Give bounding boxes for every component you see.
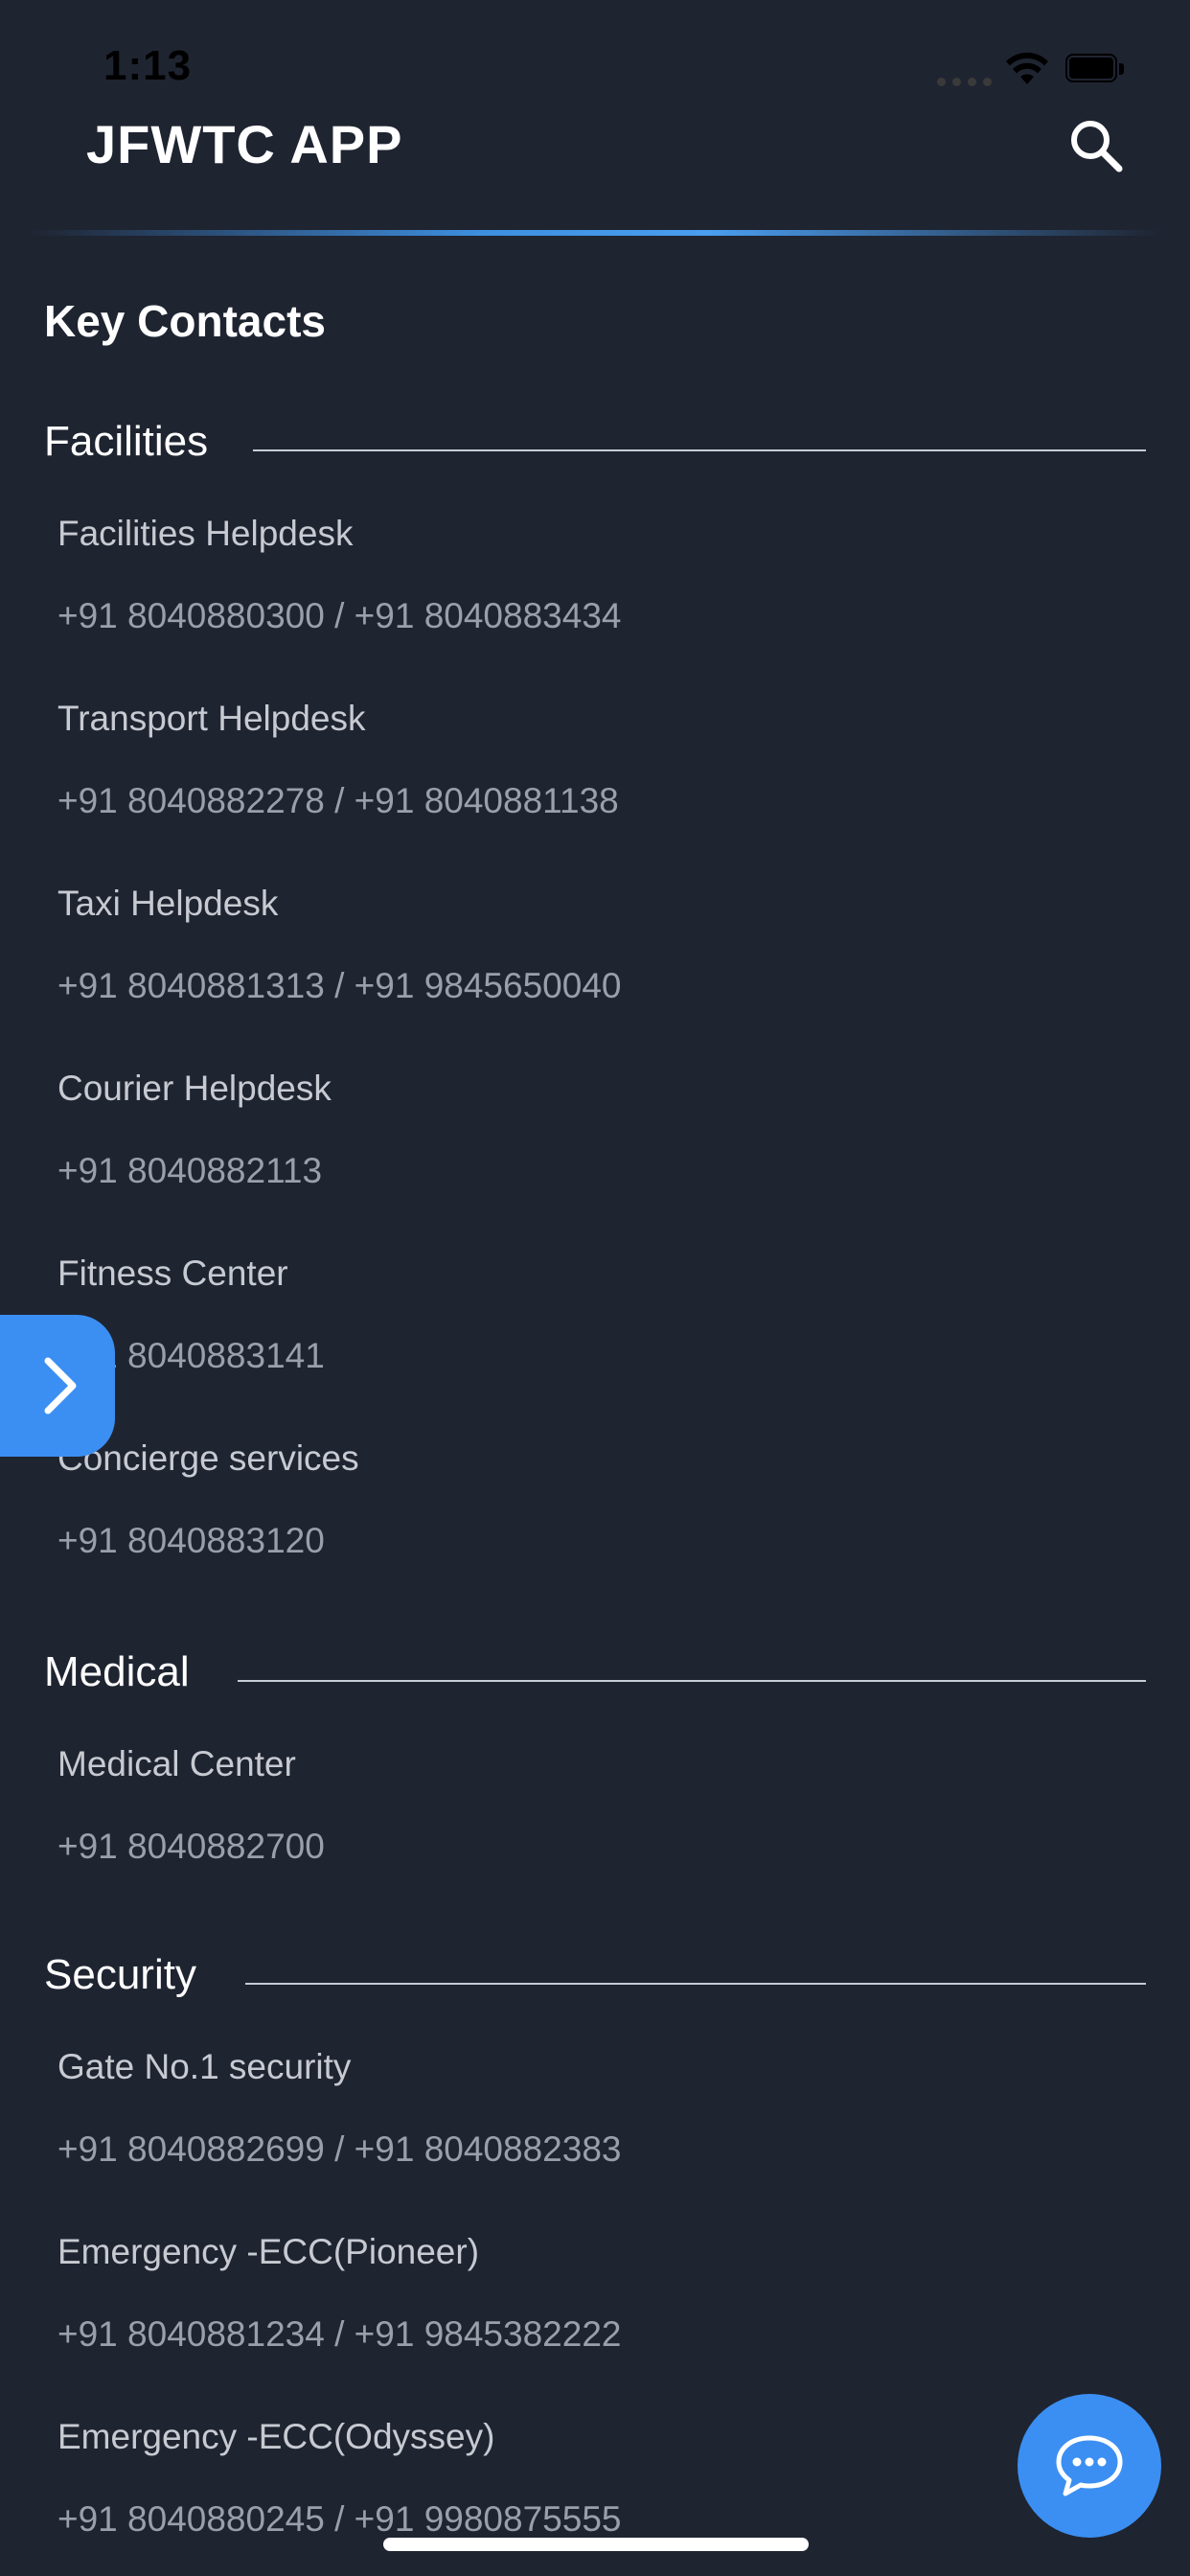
contact-phone[interactable]: +91 8040882699 / +91 8040882383 xyxy=(57,2129,621,2170)
wifi-icon xyxy=(1006,52,1048,84)
contact-phone[interactable]: +91 8040880245 / +91 9980875555 xyxy=(57,2499,621,2540)
contact-name: Fitness Center xyxy=(57,1254,288,1293)
status-bar: 1:13 xyxy=(0,0,1190,105)
section-heading-medical: Medical xyxy=(44,1648,190,1695)
contact-name: Gate No.1 security xyxy=(57,2047,352,2086)
contact-name: Emergency -ECC(Pioneer) xyxy=(57,2232,480,2271)
home-indicator[interactable] xyxy=(383,2538,809,2551)
chevron-right-icon xyxy=(44,1357,77,1414)
search-button[interactable] xyxy=(1065,115,1127,176)
search-icon xyxy=(1071,121,1123,172)
contact-phone[interactable]: +91 8040880300 / +91 8040883434 xyxy=(57,596,621,636)
drawer-toggle-button[interactable] xyxy=(0,1315,115,1457)
contact-name: Taxi Helpdesk xyxy=(57,884,279,923)
section-divider xyxy=(245,1983,1146,1985)
contact-name: Courier Helpdesk xyxy=(57,1069,332,1108)
contact-phone[interactable]: +91 8040882278 / +91 8040881138 xyxy=(57,781,619,821)
chat-button[interactable] xyxy=(1018,2394,1161,2538)
section-heading-security: Security xyxy=(44,1951,196,1998)
contact-phone[interactable]: +91 8040881313 / +91 9845650040 xyxy=(57,966,621,1006)
app-title: JFWTC APP xyxy=(86,114,403,174)
contact-name: Facilities Helpdesk xyxy=(57,514,354,553)
battery-icon xyxy=(1065,54,1125,84)
section-divider xyxy=(253,449,1146,451)
section-heading-facilities: Facilities xyxy=(44,418,209,465)
contact-phone[interactable]: +91 8040882113 xyxy=(57,1151,322,1191)
status-time: 1:13 xyxy=(103,42,193,89)
contact-name: Medical Center xyxy=(57,1744,296,1783)
contact-phone[interactable]: +91 8040883120 xyxy=(57,1521,325,1561)
contact-name: Emergency -ECC(Odyssey) xyxy=(57,2417,495,2456)
header-divider xyxy=(29,230,1161,236)
page-title: Key Contacts xyxy=(44,296,326,346)
contact-phone[interactable]: +91 8040882700 xyxy=(57,1827,325,1867)
section-divider xyxy=(238,1680,1146,1682)
cellular-signal-icon xyxy=(937,77,993,86)
contact-phone[interactable]: +91 8040881234 / +91 9845382222 xyxy=(57,2314,621,2355)
contact-name: Transport Helpdesk xyxy=(57,699,366,738)
chat-bubble-icon xyxy=(1056,2435,1123,2496)
